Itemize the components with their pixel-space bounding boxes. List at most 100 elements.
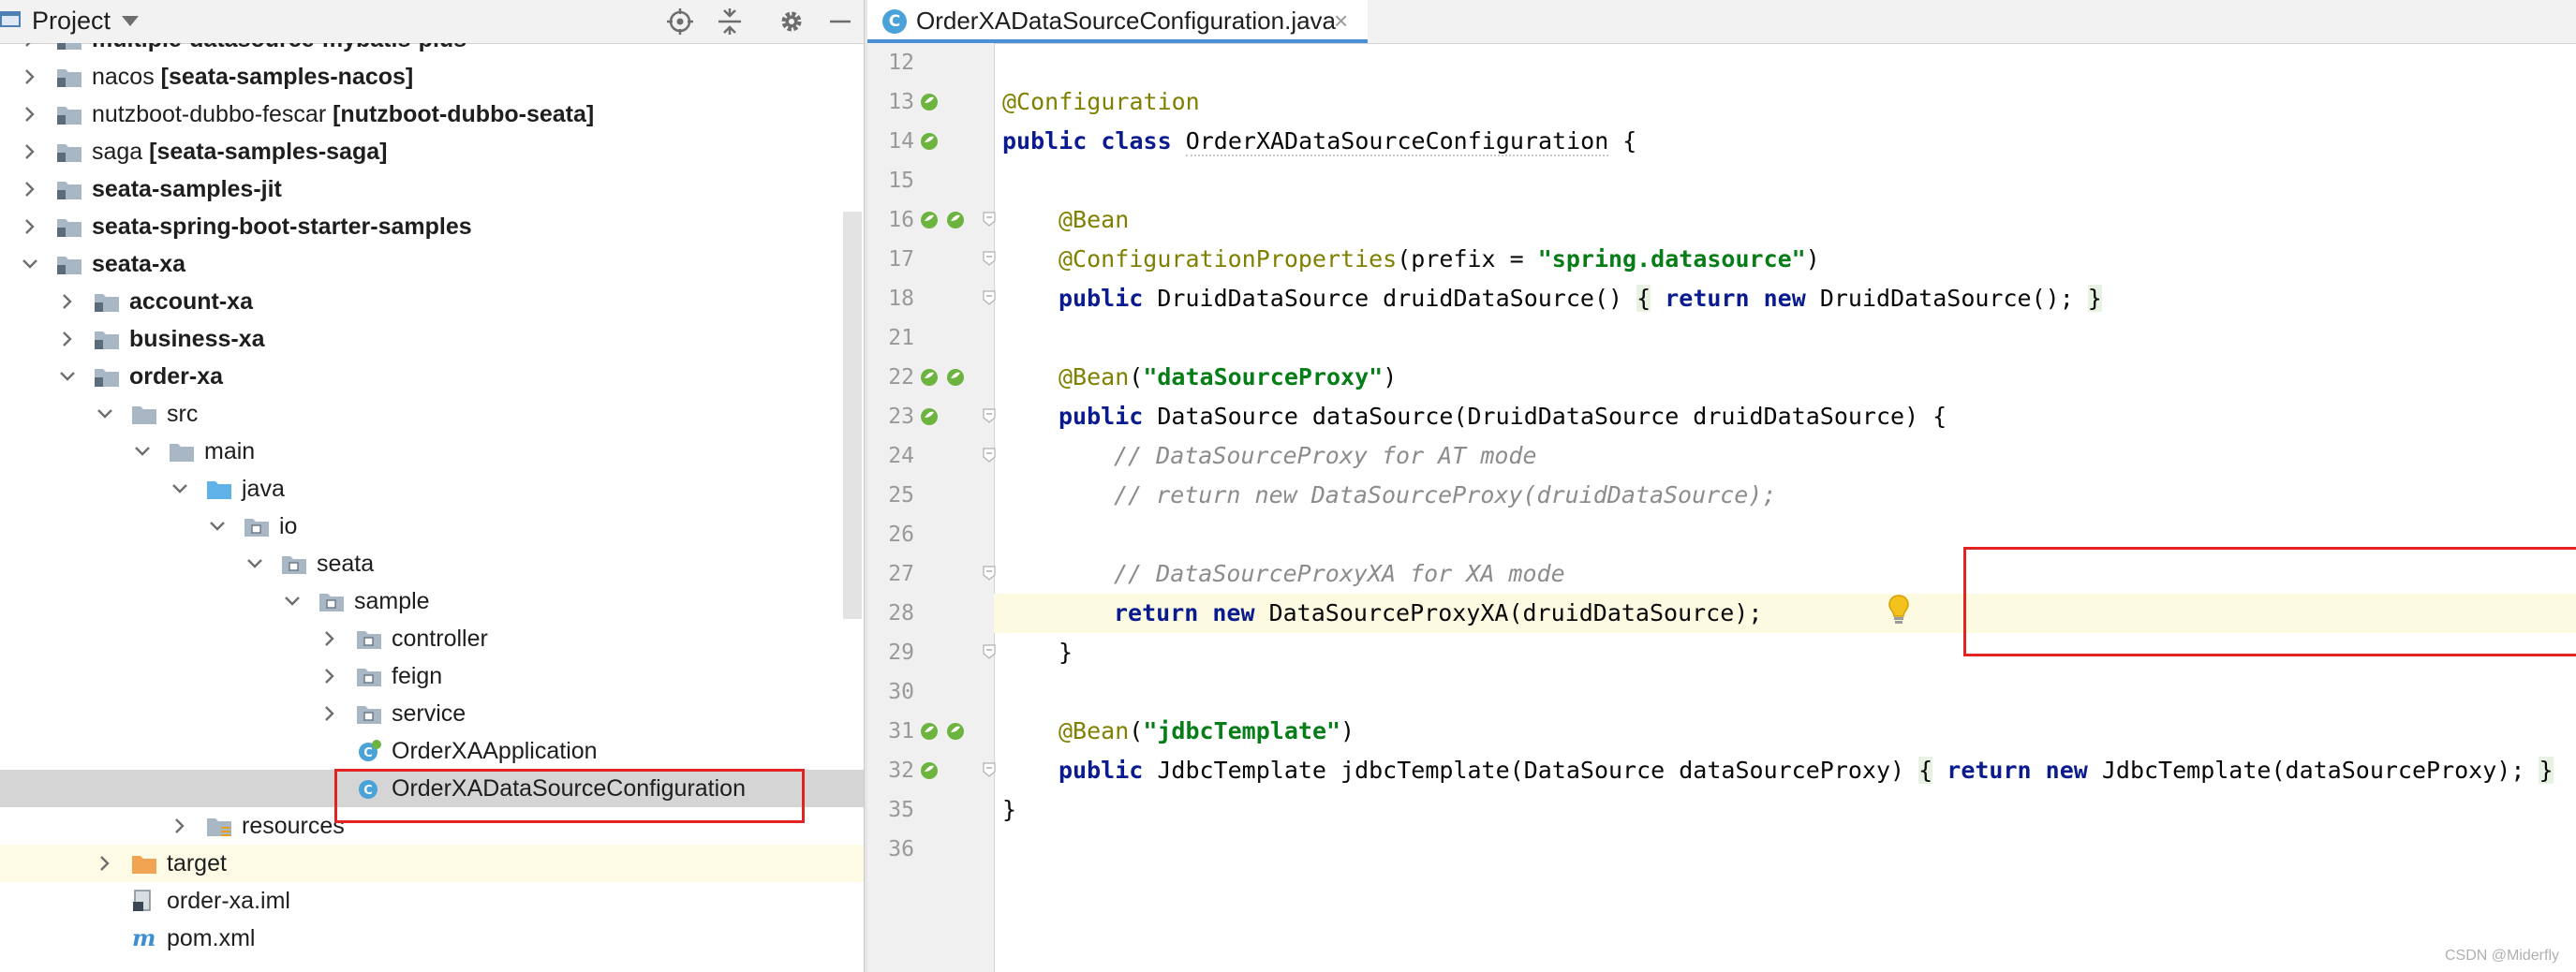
- locate-icon[interactable]: [662, 4, 698, 39]
- chevron-down-icon[interactable]: [133, 442, 152, 461]
- chevron-right-icon[interactable]: [320, 629, 339, 648]
- tree-item[interactable]: account-xa: [0, 283, 864, 320]
- code-line-30: 30: [888, 672, 2576, 712]
- folded-brace[interactable]: {: [1918, 757, 1933, 784]
- chevron-right-icon[interactable]: [21, 142, 39, 161]
- chevron-right-icon[interactable]: [21, 180, 39, 199]
- tree-item[interactable]: order-xa.iml: [0, 882, 864, 920]
- module-name-suffix: [seata-samples-saga]: [149, 139, 388, 165]
- chevron-down-icon[interactable]: [245, 554, 264, 573]
- editor-tab-bar: C OrderXADataSourceConfiguration.java ×: [867, 0, 2576, 44]
- line-number: 29: [888, 641, 914, 665]
- tree-item[interactable]: seata: [0, 545, 864, 582]
- tree-item-label: sample: [354, 584, 430, 618]
- tree-item[interactable]: java: [0, 470, 864, 508]
- project-panel: Project multiple-datasource-mybatis-plus…: [0, 0, 864, 972]
- bean-icon[interactable]: [945, 721, 966, 742]
- module-folder-icon: [56, 253, 82, 275]
- tree-item[interactable]: io: [0, 508, 864, 545]
- code-text: (prefix =: [1397, 245, 1538, 272]
- folded-brace[interactable]: }: [2539, 757, 2554, 784]
- gear-icon[interactable]: [774, 4, 809, 39]
- chevron-right-icon[interactable]: [96, 854, 114, 873]
- code-area[interactable]: 12 @Configuration 13 public class OrderX…: [888, 43, 2576, 972]
- fold-marker-icon[interactable]: [983, 251, 996, 266]
- tree-scrollbar[interactable]: [843, 212, 862, 619]
- svg-text:C: C: [363, 746, 373, 760]
- bean-icon[interactable]: [945, 367, 966, 388]
- fold-marker-icon[interactable]: [983, 448, 996, 463]
- chevron-down-icon[interactable]: [21, 255, 39, 273]
- keyword: public: [1059, 403, 1144, 430]
- tree-item-label: main: [204, 434, 255, 468]
- fold-marker-icon[interactable]: [983, 762, 996, 777]
- bean-class-icon[interactable]: [919, 760, 940, 781]
- tree-item[interactable]: seata-spring-boot-starter-samples: [0, 208, 864, 245]
- fold-marker-icon[interactable]: [983, 408, 996, 423]
- fold-marker-icon[interactable]: [983, 290, 996, 305]
- bean-method-icon[interactable]: [919, 367, 940, 388]
- tab-orderxadatasourceconfiguration[interactable]: C OrderXADataSourceConfiguration.java ×: [867, 0, 1368, 43]
- bean-class-icon[interactable]: [919, 131, 940, 152]
- line-number: 36: [888, 837, 914, 862]
- tree-item[interactable]: target: [0, 845, 864, 882]
- chevron-right-icon[interactable]: [58, 330, 77, 348]
- chevron-right-icon[interactable]: [21, 105, 39, 124]
- tree-item-label: service: [392, 697, 466, 730]
- close-icon[interactable]: ×: [1334, 6, 1348, 36]
- fold-marker-icon[interactable]: [983, 212, 996, 227]
- minimize-icon[interactable]: [822, 4, 858, 39]
- folded-brace[interactable]: }: [2087, 285, 2102, 312]
- tree-item[interactable]: nacos [seata-samples-nacos]: [0, 58, 864, 96]
- tree-item[interactable]: feign: [0, 657, 864, 695]
- tree-item[interactable]: service: [0, 695, 864, 732]
- tree-item[interactable]: C OrderXAApplication: [0, 732, 864, 770]
- tree-item[interactable]: nutzboot-dubbo-fescar [nutzboot-dubbo-se…: [0, 96, 864, 133]
- collapse-all-icon[interactable]: [712, 4, 748, 39]
- project-panel-title[interactable]: Project: [32, 5, 111, 37]
- keyword: class: [1101, 127, 1172, 155]
- tree-item-name: controller: [392, 626, 488, 652]
- chevron-right-icon[interactable]: [170, 817, 189, 835]
- tree-item[interactable]: order-xa: [0, 358, 864, 395]
- fold-marker-icon[interactable]: [983, 644, 996, 659]
- code-text: DataSource dataSource(DruidDataSource dr…: [1143, 403, 1947, 430]
- tree-item[interactable]: multiple-datasource-mybatis-plus: [0, 43, 864, 58]
- lightbulb-icon[interactable]: [1888, 594, 1910, 626]
- chevron-right-icon[interactable]: [320, 704, 339, 723]
- tree-item[interactable]: seata-samples-jit: [0, 170, 864, 208]
- chevron-down-icon[interactable]: [170, 479, 189, 498]
- chevron-right-icon[interactable]: [21, 43, 39, 49]
- bean-icon[interactable]: [919, 92, 940, 112]
- chevron-down-icon[interactable]: [283, 592, 302, 611]
- tree-item-label: order-xa.iml: [167, 884, 290, 918]
- chevron-down-icon[interactable]: [122, 16, 139, 26]
- string-literal: "spring.datasource": [1537, 245, 1806, 272]
- chevron-right-icon[interactable]: [320, 667, 339, 685]
- tree-item[interactable]: controller: [0, 620, 864, 657]
- chevron-right-icon[interactable]: [21, 67, 39, 86]
- code-line-35: } 35: [888, 790, 2576, 830]
- tree-item[interactable]: src: [0, 395, 864, 433]
- chevron-right-icon[interactable]: [21, 217, 39, 236]
- tree-item[interactable]: sample: [0, 582, 864, 620]
- chevron-right-icon[interactable]: [58, 292, 77, 311]
- folded-brace[interactable]: {: [1636, 285, 1651, 312]
- tree-item[interactable]: m pom.xml: [0, 920, 864, 957]
- module-folder-icon: [56, 140, 82, 163]
- chevron-down-icon[interactable]: [208, 517, 227, 536]
- tree-item[interactable]: business-xa: [0, 320, 864, 358]
- tree-item-label: multiple-datasource-mybatis-plus: [92, 43, 466, 56]
- chevron-down-icon[interactable]: [58, 367, 77, 386]
- bean-method-icon[interactable]: [919, 721, 940, 742]
- bean-icon[interactable]: [945, 210, 966, 230]
- fold-marker-icon[interactable]: [983, 566, 996, 581]
- bean-method-icon[interactable]: [919, 210, 940, 230]
- code-comment: // return new DataSourceProxy(druidDataS…: [1114, 481, 1777, 508]
- chevron-down-icon[interactable]: [96, 405, 114, 423]
- tree-item[interactable]: saga [seata-samples-saga]: [0, 133, 864, 170]
- bean-class-icon[interactable]: [919, 406, 940, 427]
- tree-item[interactable]: main: [0, 433, 864, 470]
- module-folder-icon: [56, 43, 82, 51]
- tree-item[interactable]: seata-xa: [0, 245, 864, 283]
